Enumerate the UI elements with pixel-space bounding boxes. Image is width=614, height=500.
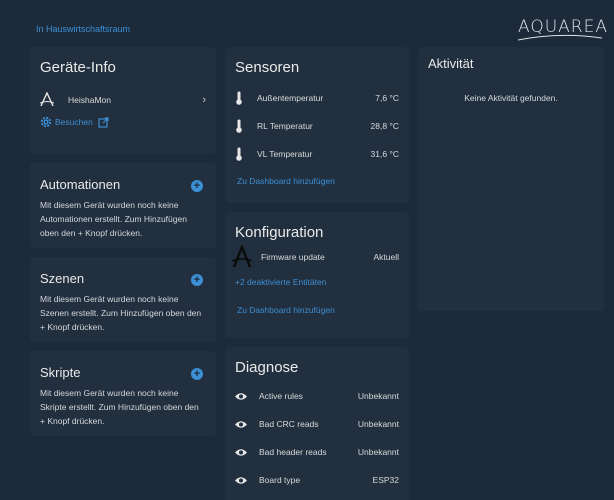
add-script-button[interactable]: +: [191, 368, 203, 380]
firmware-row[interactable]: Firmware update Aktuell: [225, 243, 409, 271]
diagnostic-value: Unbekannt: [357, 391, 399, 401]
sensor-value: 7,6 °C: [375, 93, 399, 103]
sensor-row[interactable]: VL Temperatur 31,6 °C: [225, 140, 409, 168]
activity-empty-text: Keine Aktivität gefunden.: [464, 93, 558, 103]
aquarea-a-icon: [40, 92, 54, 107]
eye-icon: [235, 448, 247, 456]
sensor-value: 31,6 °C: [370, 149, 399, 159]
diagnostic-name: Active rules: [259, 391, 303, 401]
sensors-title: Sensoren: [235, 59, 300, 76]
configuration-title: Konfiguration: [235, 224, 324, 241]
configuration-add-dashboard-button[interactable]: Zu Dashboard hinzufügen: [225, 305, 409, 315]
diagnostics-card: Diagnose Active rules Unbekannt Bad CRC …: [225, 347, 409, 500]
eye-icon: [235, 392, 247, 400]
diagnostic-name: Bad header reads: [259, 447, 327, 457]
automations-title: Automationen: [40, 177, 121, 192]
scenes-title: Szenen: [40, 271, 85, 286]
automations-text: Mit diesem Gerät wurden noch keine Autom…: [40, 200, 187, 238]
right-column: Aktivität Keine Aktivität gefunden.: [418, 47, 604, 320]
left-column: Geräte-Info HeishaMon › Besuchen Automat…: [30, 47, 216, 445]
diagnostic-row[interactable]: Active rules Unbekannt: [225, 382, 409, 410]
diagnostic-name: Bad CRC reads: [259, 419, 319, 429]
thermometer-icon: [236, 91, 242, 105]
diagnostic-row[interactable]: Bad CRC reads Unbekannt: [225, 410, 409, 438]
sensor-name: Außentemperatur: [257, 93, 324, 103]
device-info-title: Geräte-Info: [40, 59, 116, 76]
sensors-card: Sensoren Außentemperatur 7,6 °C RL Tempe…: [225, 47, 409, 203]
scripts-text: Mit diesem Gerät wurden noch keine Skrip…: [40, 388, 199, 426]
firmware-label: Firmware update: [261, 252, 325, 262]
automations-card: Automationen + Mit diesem Gerät wurden n…: [30, 163, 216, 248]
firmware-value: Aktuell: [373, 252, 399, 262]
visit-label: Besuchen: [55, 117, 93, 127]
aquarea-logo: AQUAREA: [518, 14, 607, 42]
middle-column: Sensoren Außentemperatur 7,6 °C RL Tempe…: [225, 47, 409, 500]
add-automation-button[interactable]: +: [191, 180, 203, 192]
sensor-value: 28,8 °C: [370, 121, 399, 131]
activity-title: Aktivität: [428, 56, 474, 71]
scripts-card: Skripte + Mit diesem Gerät wurden noch k…: [30, 351, 216, 436]
diagnostics-title: Diagnose: [235, 359, 299, 376]
chevron-right-icon: ›: [202, 94, 206, 106]
sensor-row[interactable]: RL Temperatur 28,8 °C: [225, 112, 409, 140]
disabled-entities-link[interactable]: +2 deaktivierte Entitäten: [225, 277, 409, 287]
eye-icon: [235, 476, 247, 484]
diagnostic-value: ESP32: [372, 475, 399, 485]
diagnostic-name: Board type: [259, 475, 301, 485]
diagnostic-value: Unbekannt: [357, 419, 399, 429]
eye-icon: [235, 420, 247, 428]
configuration-card: Konfiguration Firmware update Aktuell +2…: [225, 212, 409, 338]
scripts-title: Skripte: [40, 365, 81, 380]
device-link-row[interactable]: HeishaMon ›: [30, 90, 216, 110]
thermometer-icon: [236, 147, 242, 161]
gear-icon: [40, 116, 52, 128]
scenes-card: Szenen + Mit diesem Gerät wurden noch ke…: [30, 257, 216, 342]
activity-card: Aktivität Keine Aktivität gefunden.: [418, 47, 604, 311]
device-info-card: Geräte-Info HeishaMon › Besuchen: [30, 47, 216, 154]
sensor-name: RL Temperatur: [257, 121, 313, 131]
sensor-name: VL Temperatur: [257, 149, 313, 159]
sensor-row[interactable]: Außentemperatur 7,6 °C: [225, 84, 409, 112]
logo-swoosh-icon: [518, 34, 602, 41]
diagnostic-row[interactable]: Bad header reads Unbekannt: [225, 438, 409, 466]
diagnostic-row[interactable]: Board type ESP32: [225, 466, 409, 494]
visit-button[interactable]: Besuchen: [30, 116, 216, 128]
sensors-add-dashboard-button[interactable]: Zu Dashboard hinzufügen: [225, 176, 409, 186]
device-name: HeishaMon: [68, 95, 111, 105]
scenes-text: Mit diesem Gerät wurden noch keine Szene…: [40, 294, 202, 332]
area-link[interactable]: In Hauswirtschaftsraum: [36, 24, 130, 34]
thermometer-icon: [236, 119, 242, 133]
aquarea-a-icon: [231, 245, 253, 268]
open-in-new-icon: [98, 116, 109, 128]
add-scene-button[interactable]: +: [191, 274, 203, 286]
diagnostic-value: Unbekannt: [357, 447, 399, 457]
